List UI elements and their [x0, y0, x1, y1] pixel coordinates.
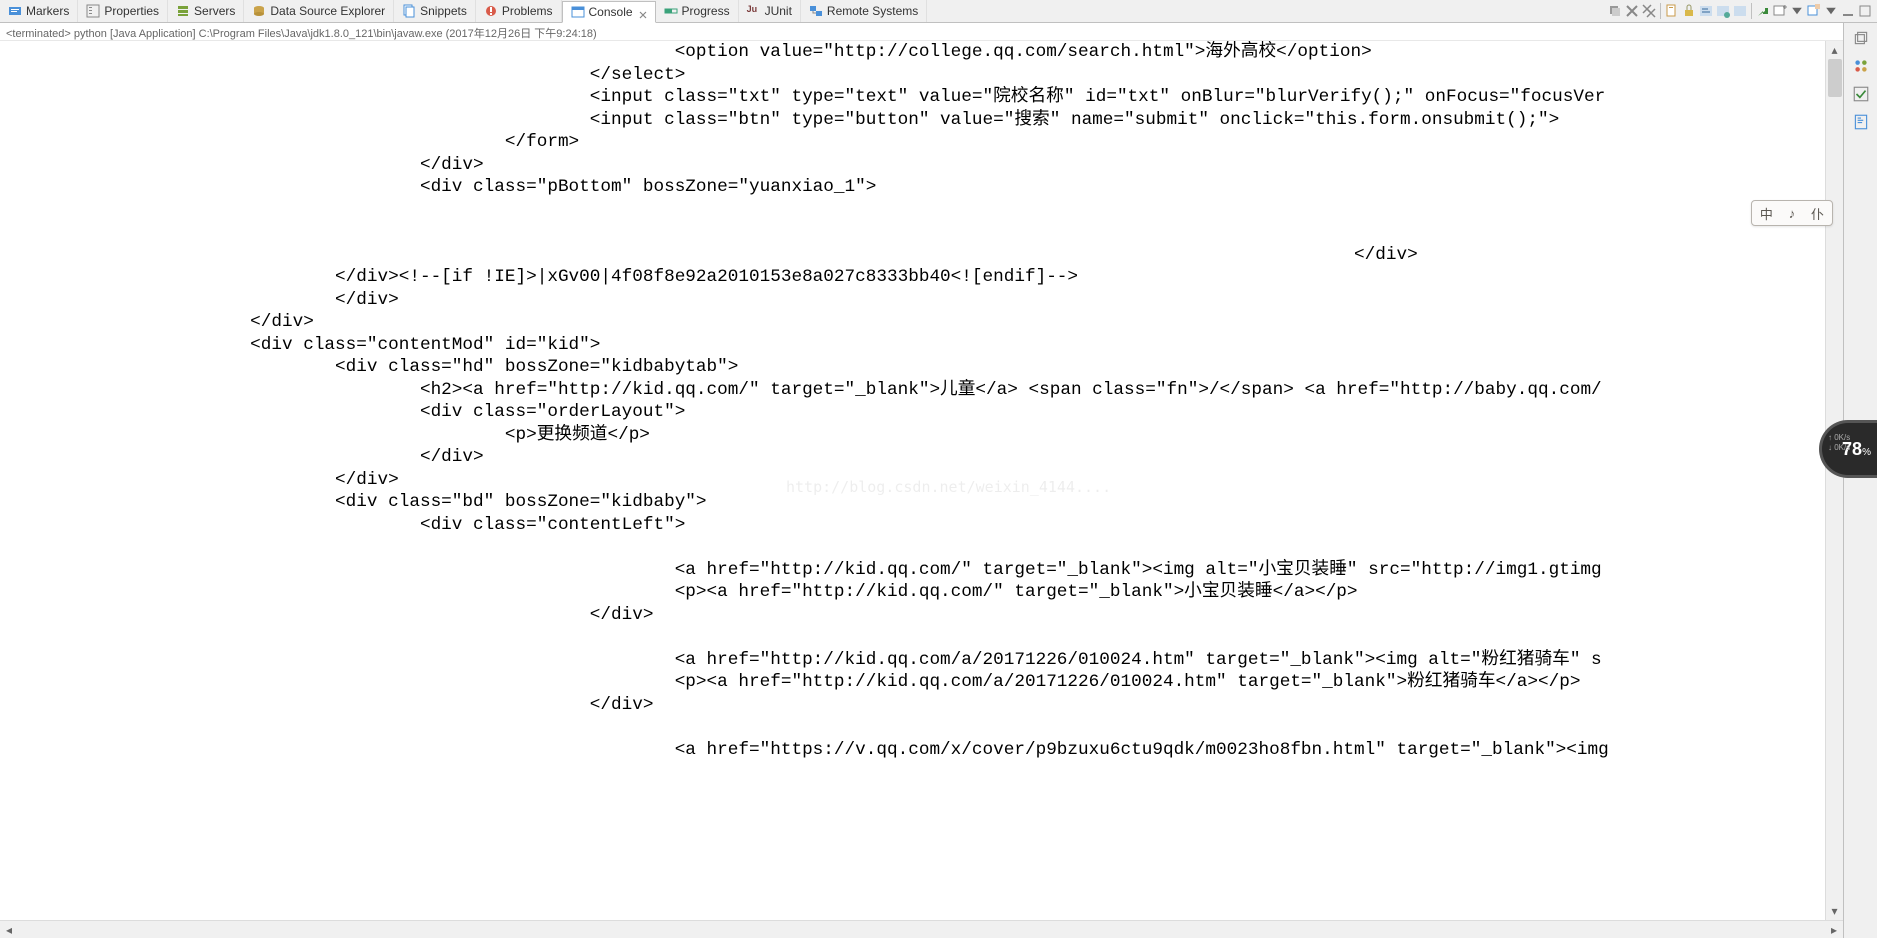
junit-icon: Ju — [747, 4, 761, 18]
servers-icon — [176, 4, 190, 18]
dropdown-icon[interactable] — [1823, 3, 1839, 19]
maximize-icon[interactable] — [1857, 3, 1873, 19]
scroll-left-icon[interactable]: ◂ — [0, 922, 18, 938]
tab-label: Problems — [502, 4, 553, 18]
ime-char[interactable]: 仆 — [1811, 204, 1824, 223]
view-tabbar: Markers Properties Servers Data Source E… — [0, 0, 1877, 23]
vertical-scrollbar[interactable]: ▴ ▾ — [1825, 41, 1843, 920]
tabs-container: Markers Properties Servers Data Source E… — [0, 0, 1607, 22]
scroll-right-icon[interactable]: ▸ — [1825, 922, 1843, 938]
ime-mode[interactable]: 中 — [1760, 204, 1773, 223]
tab-label: Snippets — [420, 4, 467, 18]
tab-label: Data Source Explorer — [270, 4, 385, 18]
separator — [1751, 3, 1752, 19]
console-icon — [571, 5, 585, 19]
tab-junit[interactable]: Ju JUnit — [739, 0, 801, 22]
console-output-area[interactable]: <option value="http://college.qq.com/sea… — [0, 41, 1843, 920]
ime-sound-icon[interactable]: ♪ — [1789, 206, 1796, 221]
status-text: <terminated> python [Java Application] C… — [6, 28, 597, 40]
progress-icon — [664, 4, 678, 18]
tab-servers[interactable]: Servers — [168, 0, 244, 22]
minimize-icon[interactable] — [1840, 3, 1856, 19]
markers-icon — [8, 4, 22, 18]
terminate-all-icon[interactable] — [1607, 3, 1623, 19]
scroll-up-icon[interactable]: ▴ — [1827, 41, 1843, 59]
new-console-dropdown-icon[interactable] — [1806, 3, 1822, 19]
remote-icon — [809, 4, 823, 18]
tab-markers[interactable]: Markers — [0, 0, 78, 22]
restore-icon[interactable] — [1852, 29, 1870, 47]
scroll-down-icon[interactable]: ▾ — [1827, 902, 1843, 920]
net-rates: ↑ 0K/s ↓ 0K/s — [1828, 433, 1850, 453]
tab-label: Markers — [26, 4, 69, 18]
scrollbar-thumb[interactable] — [1828, 59, 1842, 97]
separator — [1660, 3, 1661, 19]
snippets-icon — [402, 4, 416, 18]
tab-label: Console — [589, 5, 633, 19]
scroll-lock-icon[interactable] — [1681, 3, 1697, 19]
ime-toolbar[interactable]: 中 ♪ 仆 — [1751, 200, 1833, 226]
tab-datasource[interactable]: Data Source Explorer — [244, 0, 394, 22]
open-console-icon[interactable] — [1755, 3, 1771, 19]
tab-remote[interactable]: Remote Systems — [801, 0, 927, 22]
horizontal-scrollbar[interactable]: ◂ ▸ — [0, 920, 1843, 938]
tab-label: Properties — [104, 4, 159, 18]
new-console-view-icon[interactable] — [1772, 3, 1788, 19]
problems-icon — [484, 4, 498, 18]
close-icon[interactable] — [639, 8, 647, 16]
display-selected-icon[interactable] — [1732, 3, 1748, 19]
tab-problems[interactable]: Problems — [476, 0, 562, 22]
tasks-view-icon[interactable] — [1852, 85, 1870, 103]
tab-label: Progress — [682, 4, 730, 18]
tab-label: JUnit — [765, 4, 792, 18]
tab-console[interactable]: Console — [562, 1, 656, 23]
console-toolbar — [1607, 0, 1877, 22]
clear-console-icon[interactable] — [1664, 3, 1680, 19]
dropdown-icon[interactable] — [1789, 3, 1805, 19]
network-monitor-badge[interactable]: ↑ 0K/s ↓ 0K/s 78% — [1819, 420, 1877, 478]
console-text: <option value="http://college.qq.com/sea… — [0, 41, 1843, 761]
pin-console-icon[interactable] — [1715, 3, 1731, 19]
net-up: ↑ 0K/s — [1828, 433, 1850, 443]
scrollbar-track[interactable] — [18, 922, 1825, 938]
scrollbar-track[interactable] — [1827, 59, 1843, 902]
word-wrap-icon[interactable] — [1698, 3, 1714, 19]
tab-label: Servers — [194, 4, 235, 18]
remove-all-icon[interactable] — [1641, 3, 1657, 19]
properties-icon — [86, 4, 100, 18]
net-down: ↓ 0K/s — [1828, 443, 1850, 453]
tab-properties[interactable]: Properties — [78, 0, 168, 22]
minimap-icon[interactable] — [1852, 113, 1870, 131]
outline-view-icon[interactable] — [1852, 57, 1870, 75]
tab-snippets[interactable]: Snippets — [394, 0, 476, 22]
tab-label: Remote Systems — [827, 4, 918, 18]
right-trim-bar — [1843, 23, 1877, 938]
datasource-icon — [252, 4, 266, 18]
console-status-line: <terminated> python [Java Application] C… — [0, 23, 1877, 41]
remove-launch-icon[interactable] — [1624, 3, 1640, 19]
tab-progress[interactable]: Progress — [656, 0, 739, 22]
